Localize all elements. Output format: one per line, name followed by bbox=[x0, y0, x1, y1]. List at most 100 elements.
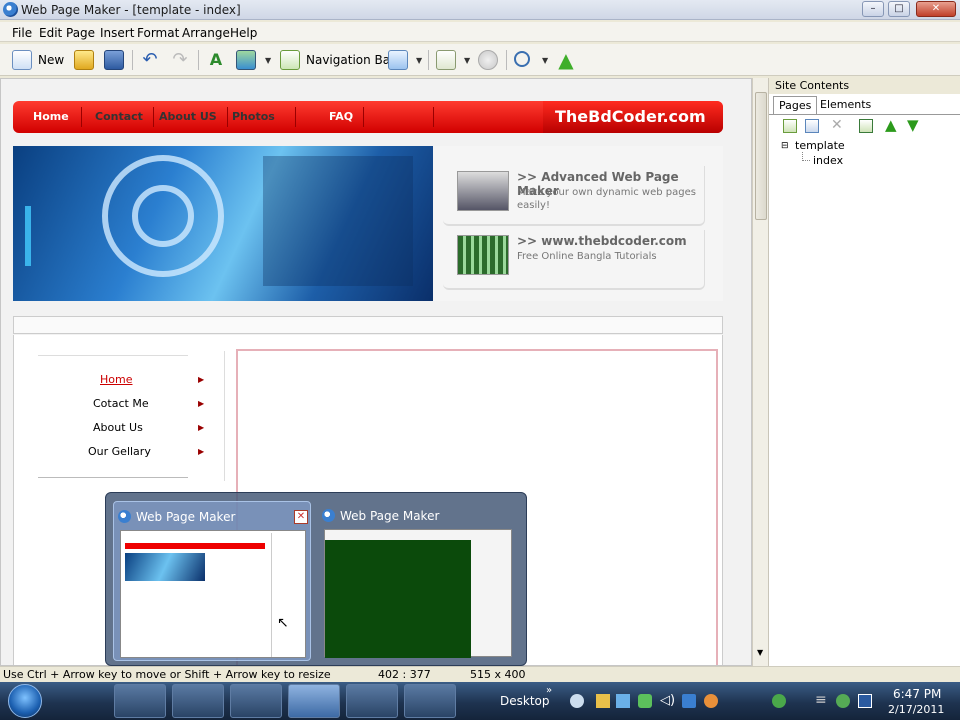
nav-item-faq[interactable]: FAQ bbox=[329, 110, 353, 123]
yahoo-messenger-icon[interactable] bbox=[230, 684, 282, 718]
side-menu-home[interactable]: Home bbox=[100, 373, 132, 386]
tree-collapse-icon[interactable]: ⊟ bbox=[781, 141, 789, 151]
tray-icon[interactable] bbox=[772, 694, 786, 708]
insert-element-icon[interactable] bbox=[388, 50, 408, 70]
image-dropdown-chevron-icon[interactable]: ▼ bbox=[265, 56, 271, 65]
desktop-toolbar-label[interactable]: Desktop bbox=[500, 694, 550, 708]
web-page-maker-task-icon[interactable] bbox=[288, 684, 340, 718]
tab-pages[interactable]: Pages bbox=[773, 96, 818, 114]
canvas-vertical-scrollbar[interactable]: ▼ bbox=[752, 78, 768, 666]
image-icon[interactable] bbox=[236, 50, 256, 70]
copy-page-icon[interactable] bbox=[805, 119, 819, 133]
save-icon[interactable] bbox=[104, 50, 124, 70]
menu-file[interactable]: File bbox=[12, 26, 32, 40]
tray-icon[interactable] bbox=[682, 694, 696, 708]
clock-time[interactable]: 6:47 PM bbox=[893, 687, 941, 701]
tray-icon[interactable] bbox=[638, 694, 652, 708]
delete-page-icon[interactable]: ✕ bbox=[831, 117, 843, 133]
move-up-arrow-icon[interactable]: ▲ bbox=[885, 116, 897, 134]
promo-desc-2: Free Online Bangla Tutorials bbox=[517, 251, 657, 262]
toolbar: New ↶ ↷ A ▼ Navigation Bar ▼ ▼ ▼ ▲ bbox=[0, 44, 960, 76]
side-menu-gallery[interactable]: Our Gellary bbox=[88, 445, 151, 458]
scrollbar-thumb[interactable] bbox=[755, 92, 767, 220]
header-banner-image bbox=[13, 146, 433, 301]
window-title: Web Page Maker - [template - index] bbox=[21, 3, 241, 17]
preview-globe-icon[interactable] bbox=[478, 50, 498, 70]
toolbar-expand-chevron-icon[interactable]: » bbox=[546, 685, 552, 696]
media-player-icon[interactable] bbox=[172, 684, 224, 718]
tray-icon[interactable] bbox=[704, 694, 718, 708]
nav-item-contact[interactable]: Contact bbox=[95, 110, 143, 123]
side-menu-about[interactable]: About Us bbox=[93, 421, 143, 434]
zoom-icon[interactable] bbox=[514, 51, 530, 67]
firefox-icon[interactable] bbox=[404, 684, 456, 718]
menu-insert[interactable]: Insert bbox=[100, 26, 134, 40]
menu-help[interactable]: Help bbox=[230, 26, 257, 40]
new-button-label[interactable]: New bbox=[38, 53, 64, 67]
maximize-button[interactable]: □ bbox=[888, 1, 910, 17]
status-bar: Use Ctrl + Arrow key to move or Shift + … bbox=[0, 666, 960, 682]
volume-icon[interactable]: ◁) bbox=[660, 693, 675, 708]
app-icon bbox=[3, 2, 18, 17]
status-coordinates: 402 : 377 bbox=[378, 668, 431, 681]
publish-arrow-icon[interactable]: ▲ bbox=[556, 50, 576, 70]
page-properties-icon[interactable] bbox=[859, 119, 873, 133]
minimize-button[interactable]: – bbox=[862, 1, 884, 17]
side-menu-contact[interactable]: Cotact Me bbox=[93, 397, 149, 410]
menu-format[interactable]: Format bbox=[137, 26, 179, 40]
preview-window-2[interactable]: Web Page Maker bbox=[318, 501, 516, 661]
promo-panel: >> Advanced Web Page Maker Make your own… bbox=[433, 146, 723, 301]
navigation-bar-icon[interactable] bbox=[280, 50, 300, 70]
open-folder-icon[interactable] bbox=[74, 50, 94, 70]
tray-icon[interactable] bbox=[858, 694, 872, 708]
new-page-icon[interactable] bbox=[12, 50, 32, 70]
scroll-down-arrow-icon[interactable]: ▼ bbox=[757, 648, 763, 657]
tab-elements[interactable]: Elements bbox=[815, 96, 876, 114]
nav-item-home[interactable]: Home bbox=[33, 110, 69, 123]
windows-taskbar: Desktop » ◁) ≡ 6:47 PM 2/17/2011 bbox=[0, 682, 960, 720]
move-down-arrow-icon[interactable]: ▼ bbox=[907, 116, 919, 134]
menu-edit[interactable]: Edit bbox=[39, 26, 62, 40]
nav-item-photos[interactable]: Photos bbox=[232, 110, 275, 123]
promo-card-1[interactable]: >> Advanced Web Page Maker Make your own… bbox=[443, 166, 705, 226]
explorer-folder-icon[interactable] bbox=[114, 684, 166, 718]
tray-icon[interactable] bbox=[570, 694, 584, 708]
nav-item-about-us[interactable]: About US bbox=[159, 110, 217, 123]
brand-logo-text[interactable]: TheBdCoder.com bbox=[543, 101, 723, 133]
preview-close-icon[interactable]: ✕ bbox=[294, 510, 308, 524]
tray-icon[interactable] bbox=[596, 694, 610, 708]
edit-dropdown-chevron-icon[interactable]: ▼ bbox=[464, 56, 470, 65]
preview-thumbnail-1: ↖ bbox=[120, 530, 306, 658]
promo-title-2: >> www.thebdcoder.com bbox=[517, 234, 687, 248]
preview-title-1: Web Page Maker bbox=[136, 510, 236, 524]
zoom-dropdown-chevron-icon[interactable]: ▼ bbox=[542, 56, 548, 65]
site-contents-header: Site Contents bbox=[769, 78, 960, 94]
app-icon bbox=[322, 509, 335, 522]
add-page-icon[interactable] bbox=[783, 119, 797, 133]
navigation-bar-label[interactable]: Navigation Bar bbox=[306, 53, 395, 67]
start-button[interactable] bbox=[8, 684, 42, 718]
internet-explorer-icon[interactable] bbox=[58, 684, 110, 718]
tree-node-index[interactable]: index bbox=[813, 154, 843, 167]
network-signal-icon[interactable]: ≡ bbox=[815, 692, 827, 708]
page-navigation-bar: Home Contact About US Photos FAQ TheBdCo… bbox=[13, 101, 723, 133]
menu-arrange[interactable]: Arrange bbox=[182, 26, 230, 40]
text-tool-icon[interactable]: A bbox=[206, 50, 226, 70]
tray-icon[interactable] bbox=[616, 694, 630, 708]
promo-desc-1: Make your own dynamic web pages easily! bbox=[517, 187, 696, 211]
tray-icon[interactable] bbox=[836, 694, 850, 708]
promo-card-2[interactable]: >> www.thebdcoder.com Free Online Bangla… bbox=[443, 230, 705, 290]
preview-window-1[interactable]: Web Page Maker ✕ ↖ bbox=[113, 501, 311, 661]
promo-thumbnail-1 bbox=[457, 171, 509, 211]
promo-thumbnail-2 bbox=[457, 235, 509, 275]
edit-icon[interactable] bbox=[436, 50, 456, 70]
insert-dropdown-chevron-icon[interactable]: ▼ bbox=[416, 56, 422, 65]
tree-node-template[interactable]: template bbox=[795, 139, 845, 152]
menu-page[interactable]: Page bbox=[66, 26, 95, 40]
close-button[interactable]: ✕ bbox=[916, 1, 956, 17]
app-task-icon[interactable] bbox=[346, 684, 398, 718]
clock-date[interactable]: 2/17/2011 bbox=[888, 703, 944, 716]
redo-icon[interactable]: ↷ bbox=[170, 50, 190, 70]
banner-at-sign-graphic bbox=[25, 155, 413, 286]
undo-icon[interactable]: ↶ bbox=[140, 50, 160, 70]
